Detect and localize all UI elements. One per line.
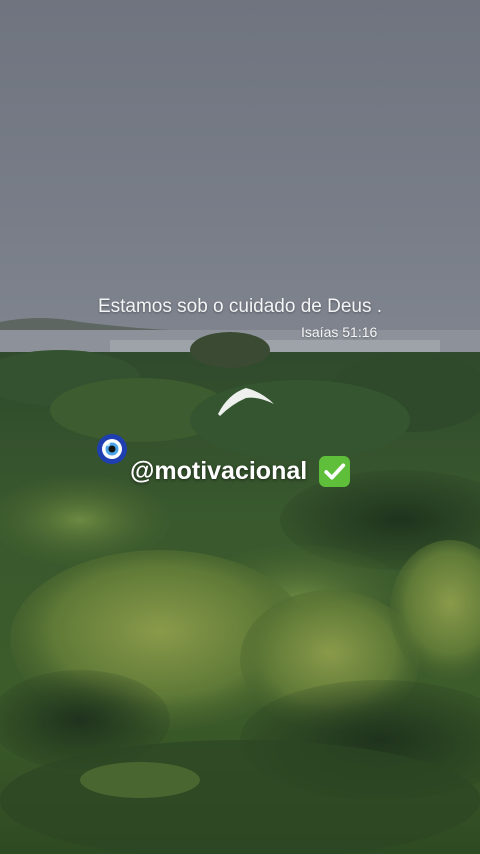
tree-canopy bbox=[0, 332, 480, 854]
quote-text: Estamos sob o cuidado de Deus . bbox=[97, 296, 383, 317]
check-mark-button-icon bbox=[319, 456, 350, 487]
nazar-amulet-icon bbox=[97, 434, 127, 464]
background-photo bbox=[0, 0, 480, 854]
account-handle[interactable]: @motivacional bbox=[130, 457, 307, 486]
verse-reference: Isaías 51:16 bbox=[301, 324, 378, 340]
account-tag[interactable]: @motivacional bbox=[96, 433, 396, 493]
